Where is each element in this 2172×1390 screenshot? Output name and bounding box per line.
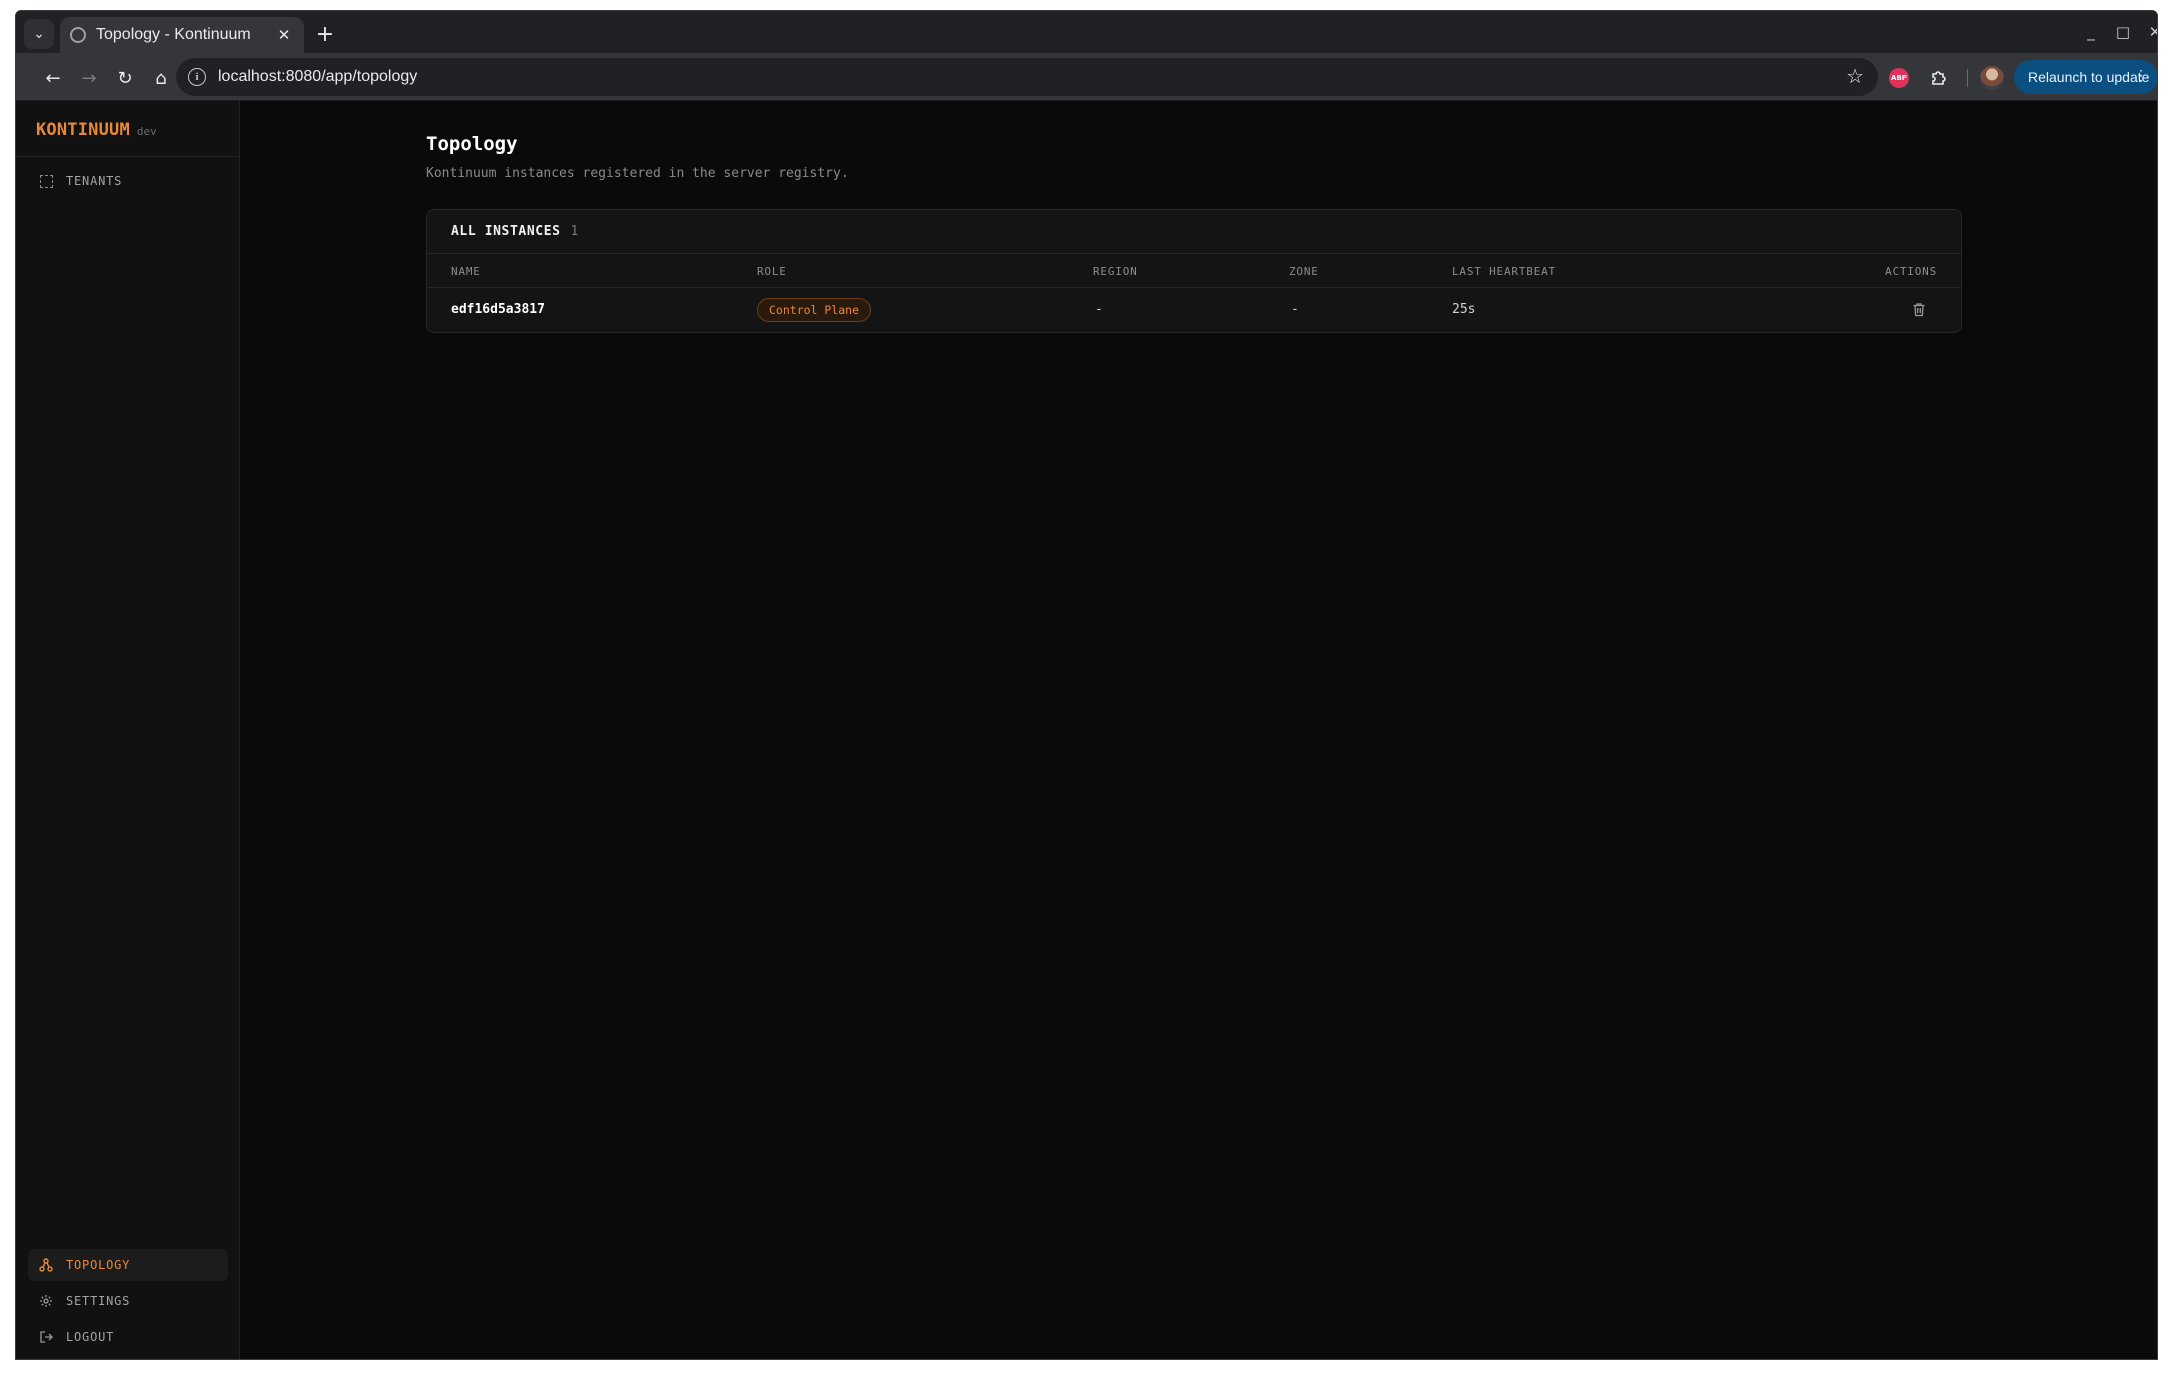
browser-tab[interactable]: Topology - Kontinuum ✕ xyxy=(60,17,304,53)
sidebar-item-logout[interactable]: LOGOUT xyxy=(28,1321,228,1353)
extensions-icon[interactable] xyxy=(1924,63,1954,93)
instance-name: edf16d5a3817 xyxy=(451,302,545,317)
sidebar-item-settings[interactable]: SETTINGS xyxy=(28,1285,228,1317)
back-icon[interactable]: ← xyxy=(38,63,68,93)
close-window-icon[interactable]: ✕ xyxy=(2140,21,2157,43)
bookmark-star-icon[interactable]: ☆ xyxy=(1846,64,1864,88)
sidebar-item-label: LOGOUT xyxy=(66,1330,115,1344)
forward-icon[interactable]: → xyxy=(74,63,104,93)
tenants-icon xyxy=(38,173,54,189)
brand[interactable]: KONTINUUM dev xyxy=(16,101,239,157)
topology-icon xyxy=(38,1257,54,1273)
adblock-extension-icon[interactable]: ABP xyxy=(1889,68,1909,88)
browser-toolbar: ← → ↻ ⌂ i localhost:8080/app/topology ☆ … xyxy=(16,53,2157,101)
card-title: ALL INSTANCES xyxy=(451,224,561,239)
main-content: Topology Kontinuum instances registered … xyxy=(241,101,2157,1359)
home-icon[interactable]: ⌂ xyxy=(146,63,176,93)
column-header-region[interactable]: REGION xyxy=(1093,265,1138,278)
trash-icon[interactable] xyxy=(1909,299,1929,319)
sidebar: KONTINUUM dev TENANTS TOPOLOGY SETTINGS … xyxy=(16,101,240,1359)
instance-last-heartbeat: 25s xyxy=(1452,302,1476,317)
toolbar-divider xyxy=(1967,69,1968,87)
table-header: NAME ROLE REGION ZONE LAST HEARTBEAT ACT… xyxy=(427,254,1961,288)
minimize-icon[interactable]: _ xyxy=(2076,21,2106,43)
logout-icon xyxy=(38,1329,54,1345)
reload-icon[interactable]: ↻ xyxy=(110,63,140,93)
sidebar-item-label: TOPOLOGY xyxy=(66,1258,131,1272)
page-subtitle: Kontinuum instances registered in the se… xyxy=(426,166,849,181)
tab-search-icon[interactable]: ⌄ xyxy=(24,19,54,49)
relaunch-label: Relaunch to update xyxy=(2028,69,2150,85)
new-tab-icon[interactable]: + xyxy=(312,21,338,47)
address-bar[interactable]: i localhost:8080/app/topology ☆ xyxy=(176,58,1878,96)
page-title: Topology xyxy=(426,133,518,155)
url-text[interactable]: localhost:8080/app/topology xyxy=(218,68,417,86)
column-header-last-heartbeat[interactable]: LAST HEARTBEAT xyxy=(1452,265,1556,278)
brand-name: KONTINUUM xyxy=(36,119,130,140)
sidebar-item-label: SETTINGS xyxy=(66,1294,131,1308)
maximize-icon[interactable]: □ xyxy=(2108,21,2138,43)
close-tab-icon[interactable]: ✕ xyxy=(274,26,294,44)
tab-title: Topology - Kontinuum xyxy=(96,26,251,43)
browser-window: ⌄ Topology - Kontinuum ✕ + _ □ ✕ ← → ↻ ⌂… xyxy=(15,10,2158,1360)
instance-region: - xyxy=(1095,302,1103,317)
gear-icon xyxy=(38,1293,54,1309)
profile-avatar[interactable] xyxy=(1980,66,2004,90)
env-badge: dev xyxy=(136,125,157,138)
role-badge: Control Plane xyxy=(757,298,872,322)
relaunch-button[interactable]: Relaunch to update ⋮ xyxy=(2014,60,2157,94)
sidebar-item-label: TENANTS xyxy=(66,174,123,188)
kebab-menu-icon[interactable]: ⋮ xyxy=(2134,67,2148,84)
instance-count: 1 xyxy=(570,224,579,239)
app-root: KONTINUUM dev TENANTS TOPOLOGY SETTINGS … xyxy=(16,101,2157,1359)
globe-icon xyxy=(70,27,86,43)
tab-strip: ⌄ Topology - Kontinuum ✕ + _ □ ✕ xyxy=(16,11,2157,53)
instances-card: ALL INSTANCES 1 NAME ROLE REGION ZONE LA… xyxy=(426,209,1962,333)
card-header: ALL INSTANCES 1 xyxy=(427,210,1961,254)
table-row[interactable]: edf16d5a3817 Control Plane - - 25s xyxy=(427,288,1961,332)
instance-zone: - xyxy=(1291,302,1299,317)
site-info-icon[interactable]: i xyxy=(188,68,206,86)
column-header-actions: ACTIONS xyxy=(1885,265,1937,278)
sidebar-item-topology[interactable]: TOPOLOGY xyxy=(28,1249,228,1281)
sidebar-item-tenants[interactable]: TENANTS xyxy=(28,165,228,197)
column-header-name[interactable]: NAME xyxy=(451,265,481,278)
column-header-zone[interactable]: ZONE xyxy=(1289,265,1319,278)
column-header-role[interactable]: ROLE xyxy=(757,265,787,278)
